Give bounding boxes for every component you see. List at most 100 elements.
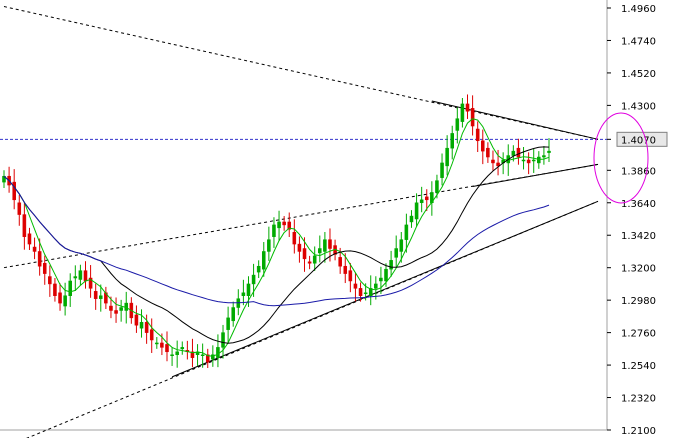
y-tick-label: 1.2760 (621, 329, 656, 340)
bear-candle[interactable] (32, 246, 37, 252)
bear-candle[interactable] (27, 233, 32, 245)
bear-candle[interactable] (481, 140, 485, 152)
bear-candle[interactable] (114, 310, 118, 314)
bear-candle[interactable] (353, 283, 358, 289)
bear-candle[interactable] (53, 283, 57, 296)
bear-candle[interactable] (338, 257, 342, 267)
bear-candle[interactable] (149, 329, 154, 341)
bear-candle[interactable] (475, 128, 480, 142)
bull-candle[interactable] (216, 347, 220, 358)
bull-candle[interactable] (261, 251, 266, 270)
bear-candle[interactable] (470, 108, 475, 127)
bull-candle[interactable] (272, 224, 276, 237)
bear-candle[interactable] (42, 263, 47, 274)
bull-candle[interactable] (98, 295, 103, 299)
bear-candle[interactable] (307, 261, 312, 264)
bear-candle[interactable] (302, 248, 307, 260)
bull-candle[interactable] (175, 351, 179, 355)
bull-candle[interactable] (404, 224, 409, 240)
bear-candle[interactable] (93, 291, 98, 299)
chart-canvas[interactable]: 1.4960 1.4740 1.4520 1.4300 1.3860 1.3640 1.34… (0, 0, 677, 442)
bull-candle[interactable] (221, 332, 225, 348)
bull-candle[interactable] (542, 155, 546, 158)
bull-candle[interactable] (531, 159, 536, 162)
bear-candle[interactable] (282, 221, 286, 226)
bull-candle[interactable] (511, 150, 516, 156)
bear-candle[interactable] (48, 276, 52, 285)
bull-candle[interactable] (414, 202, 419, 220)
bull-candle[interactable] (379, 277, 383, 282)
bull-candle[interactable] (440, 162, 444, 178)
bull-candle[interactable] (389, 260, 393, 270)
y-tick-label: 1.3200 (621, 264, 656, 275)
bull-candle[interactable] (251, 274, 256, 285)
bull-candle[interactable] (460, 103, 465, 122)
bull-candle[interactable] (267, 239, 271, 252)
bull-candle[interactable] (318, 248, 322, 254)
bear-candle[interactable] (292, 232, 297, 245)
bull-candle[interactable] (63, 295, 67, 307)
y-tick-label: 1.2980 (621, 296, 656, 307)
bull-candle[interactable] (119, 307, 123, 311)
bull-candle[interactable] (180, 347, 185, 350)
bear-candle[interactable] (516, 147, 521, 158)
bear-candle[interactable] (343, 265, 348, 274)
y-tick-label: 1.3860 (621, 166, 656, 177)
bull-candle[interactable] (68, 280, 72, 296)
bull-candle[interactable] (139, 322, 144, 329)
bull-candle[interactable] (78, 270, 83, 280)
bear-candle[interactable] (465, 103, 470, 112)
current-price-label: 1.4070 (621, 135, 656, 146)
bull-candle[interactable] (256, 265, 261, 273)
bear-candle[interactable] (496, 162, 500, 167)
bull-candle[interactable] (246, 283, 251, 296)
bear-candle[interactable] (83, 270, 88, 282)
y-tick-label: 1.4520 (621, 69, 656, 80)
bear-candle[interactable] (526, 159, 531, 164)
bear-candle[interactable] (486, 147, 490, 158)
bear-candle[interactable] (165, 344, 169, 353)
bear-candle[interactable] (12, 181, 16, 201)
bear-candle[interactable] (348, 270, 353, 282)
bull-candle[interactable] (537, 156, 541, 164)
bear-candle[interactable] (144, 322, 149, 333)
y-tick-label: 1.4960 (621, 4, 656, 15)
bear-candle[interactable] (424, 196, 429, 201)
bear-candle[interactable] (134, 314, 139, 326)
bear-candle[interactable] (17, 202, 22, 215)
bull-candle[interactable] (547, 150, 551, 153)
bear-candle[interactable] (22, 214, 27, 237)
bull-candle[interactable] (435, 180, 439, 193)
bull-candle[interactable] (277, 221, 281, 229)
bear-candle[interactable] (491, 159, 495, 164)
bull-candle[interactable] (363, 292, 368, 295)
bull-candle[interactable] (73, 276, 78, 279)
bear-candle[interactable] (109, 305, 113, 311)
bull-candle[interactable] (450, 133, 455, 149)
bull-candle[interactable] (170, 354, 174, 356)
bull-candle[interactable] (200, 354, 205, 356)
bull-candle[interactable] (312, 255, 317, 264)
bull-candle[interactable] (445, 147, 449, 167)
bear-candle[interactable] (297, 243, 302, 252)
y-tick-label: 1.3420 (621, 231, 656, 242)
bull-candle[interactable] (374, 283, 378, 289)
bull-candle[interactable] (409, 215, 414, 223)
bull-candle[interactable] (455, 118, 460, 131)
bull-candle[interactable] (241, 292, 246, 296)
bear-candle[interactable] (37, 251, 42, 267)
bull-candle[interactable] (155, 342, 159, 345)
bull-candle[interactable] (419, 199, 424, 204)
bear-candle[interactable] (358, 288, 363, 296)
bull-candle[interactable] (323, 239, 327, 252)
bull-candle[interactable] (394, 248, 398, 258)
bull-candle[interactable] (399, 239, 404, 252)
bull-candle[interactable] (231, 307, 235, 322)
bull-candle[interactable] (226, 317, 230, 330)
price-chart[interactable]: 1.4960 1.4740 1.4520 1.4300 1.3860 1.3640 1.34… (0, 0, 677, 442)
bear-candle[interactable] (58, 292, 62, 304)
bear-candle[interactable] (328, 239, 332, 249)
bull-candle[interactable] (384, 268, 388, 282)
bear-candle[interactable] (160, 342, 164, 348)
bull-candle[interactable] (521, 159, 526, 162)
